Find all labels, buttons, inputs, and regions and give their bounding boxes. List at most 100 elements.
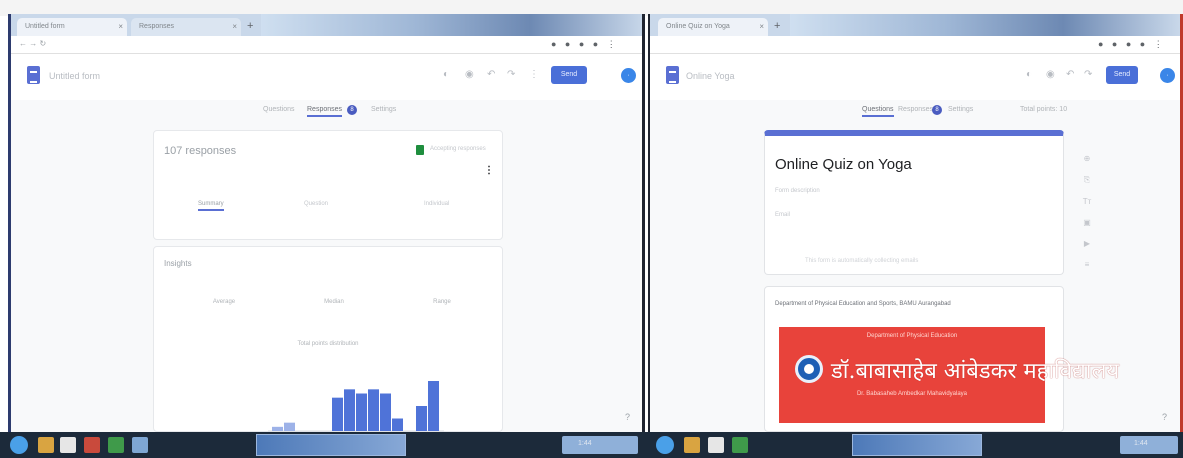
college-banner-image: Department of Physical Education डॉ.बाबा…	[779, 327, 1119, 423]
chart-bar-14	[428, 381, 439, 431]
right-browser-window: Online Quiz on Yoga × + ● ● ● ● ⋮ Online…	[648, 14, 1183, 432]
left-browser-window: Untitled form × Responses × + ← → ↻ ● ● …	[8, 14, 645, 432]
tab-settings[interactable]: Settings	[948, 106, 973, 113]
redo-icon[interactable]: ↷	[507, 69, 515, 80]
document-title[interactable]: Untitled form	[49, 71, 100, 81]
undo-icon[interactable]: ↶	[1066, 69, 1074, 80]
points-distribution-chart	[268, 381, 444, 432]
tab-label: Responses	[139, 23, 175, 30]
forms-logo-icon	[27, 66, 40, 84]
redo-icon[interactable]: ↷	[1084, 69, 1092, 80]
app-icon[interactable]	[732, 437, 748, 453]
banner-sub-text: Dr. Babasaheb Ambedkar Mahavidyalaya	[856, 391, 968, 397]
tab-questions[interactable]: Questions	[862, 106, 894, 117]
system-tray	[1120, 436, 1178, 454]
new-tab-button[interactable]: +	[774, 20, 780, 32]
address-bar[interactable]: ● ● ● ● ⋮	[650, 36, 1180, 54]
add-section-icon[interactable]: ≡	[1080, 260, 1094, 269]
tab-bar: Online Quiz on Yoga × +	[650, 14, 1180, 36]
question-text[interactable]: Department of Physical Education and Spo…	[775, 301, 951, 307]
tab-settings[interactable]: Settings	[371, 106, 396, 113]
import-questions-icon[interactable]: ⎘	[1080, 175, 1094, 185]
accepting-responses-toggle[interactable]: Accepting responses	[430, 146, 486, 152]
response-count-badge: 8	[932, 105, 942, 115]
banner-top-text: Department of Physical Education	[866, 333, 958, 339]
tab-question[interactable]: Question	[304, 201, 328, 207]
start-button-icon[interactable]	[656, 436, 674, 454]
send-button[interactable]: Send	[551, 66, 587, 84]
preview-icon[interactable]: ◉	[465, 69, 474, 80]
new-tab-button[interactable]: +	[247, 20, 253, 32]
chrome-icon[interactable]	[60, 437, 76, 453]
total-points-label: Total points: 10	[1020, 106, 1068, 113]
taskbar-window-button[interactable]	[852, 434, 982, 456]
browser-tab[interactable]: Online Quiz on Yoga ×	[658, 18, 768, 36]
browser-tab[interactable]: Responses ×	[131, 18, 241, 36]
chart-bar-13	[416, 406, 427, 431]
undo-icon[interactable]: ↶	[487, 69, 495, 80]
responses-summary-card: 107 responses Accepting responses ⋮ Summ…	[153, 130, 503, 240]
palette-icon[interactable]: ◐	[443, 69, 449, 80]
palette-icon[interactable]: ◐	[1026, 69, 1032, 80]
taskbar-window-button[interactable]	[256, 434, 406, 456]
form-header: Untitled form ◐ ◉ ↶ ↷ ⋮ Send ·	[11, 54, 642, 100]
response-count-badge: 8	[347, 105, 357, 115]
chrome-icon[interactable]	[708, 437, 724, 453]
tab-questions[interactable]: Questions	[263, 106, 295, 113]
close-icon[interactable]: ×	[118, 22, 123, 31]
app-icon[interactable]	[108, 437, 124, 453]
tab-bar: Untitled form × Responses × +	[11, 14, 642, 36]
add-title-icon[interactable]: Tт	[1080, 197, 1094, 206]
banner-college-name: डॉ.बाबासाहेब आंबेडकर महाविद्यालय	[831, 359, 1120, 384]
sheets-icon[interactable]	[416, 145, 424, 155]
avatar[interactable]: ·	[1160, 68, 1175, 83]
chart-bar-1	[272, 426, 283, 431]
send-button[interactable]: Send	[1106, 66, 1138, 84]
browser-tab[interactable]: Untitled form ×	[17, 18, 127, 36]
form-tabs: Questions Responses 8 Settings	[11, 100, 642, 126]
insights-card: Insights Average Median Range Total poin…	[153, 246, 503, 432]
form-title[interactable]: Online Quiz on Yoga	[775, 156, 912, 173]
help-icon[interactable]: ?	[1162, 412, 1167, 422]
tab-individual[interactable]: Individual	[424, 201, 449, 207]
add-image-icon[interactable]: ▣	[1080, 218, 1094, 227]
responses-count-title: 107 responses	[164, 145, 237, 157]
extension-icons[interactable]: ● ● ● ● ⋮	[1098, 39, 1166, 50]
chart-bar-8	[356, 393, 367, 431]
close-icon[interactable]: ×	[759, 22, 764, 31]
explorer-icon[interactable]	[684, 437, 700, 453]
close-icon[interactable]: ×	[232, 22, 237, 31]
college-logo-icon	[795, 355, 823, 383]
tab-responses[interactable]: Responses	[898, 106, 933, 113]
help-icon[interactable]: ?	[625, 412, 630, 422]
tab-responses[interactable]: Responses	[307, 106, 343, 117]
form-title-card[interactable]: Online Quiz on Yoga Form description Ema…	[764, 130, 1064, 275]
clock: 1:44	[578, 440, 592, 447]
address-bar[interactable]: ← → ↻ ● ● ● ● ⋮	[11, 36, 642, 54]
add-video-icon[interactable]: ▶	[1080, 239, 1094, 248]
chart-bar-2	[284, 422, 295, 431]
tab-summary[interactable]: Summary	[198, 201, 224, 211]
email-collection-hint: This form is automatically collecting em…	[805, 258, 919, 264]
start-button-icon[interactable]	[10, 436, 28, 454]
email-field[interactable]: Email	[775, 212, 790, 218]
clock: 1:44	[1134, 440, 1148, 447]
tab-bar-background	[261, 14, 642, 36]
system-tray	[562, 436, 638, 454]
question-card[interactable]: Department of Physical Education and Spo…	[764, 286, 1119, 432]
avatar[interactable]: ·	[621, 68, 636, 83]
tab-label: Untitled form	[25, 23, 65, 30]
more-options-icon[interactable]: ⋮	[484, 165, 494, 176]
explorer-icon[interactable]	[38, 437, 54, 453]
preview-icon[interactable]: ◉	[1046, 69, 1055, 80]
form-description[interactable]: Form description	[775, 188, 820, 194]
app-icon[interactable]	[84, 437, 100, 453]
nav-buttons[interactable]: ← → ↻	[19, 39, 46, 48]
extension-icons[interactable]: ● ● ● ● ⋮	[551, 39, 619, 50]
app-icon[interactable]	[132, 437, 148, 453]
add-question-icon[interactable]: ⊕	[1080, 154, 1094, 163]
more-icon[interactable]: ⋮	[529, 69, 539, 80]
document-title[interactable]: Online Yoga	[686, 71, 735, 81]
chart-bar-11	[392, 418, 403, 431]
form-tabs: Questions Responses 8 Settings Total poi…	[650, 100, 1180, 126]
